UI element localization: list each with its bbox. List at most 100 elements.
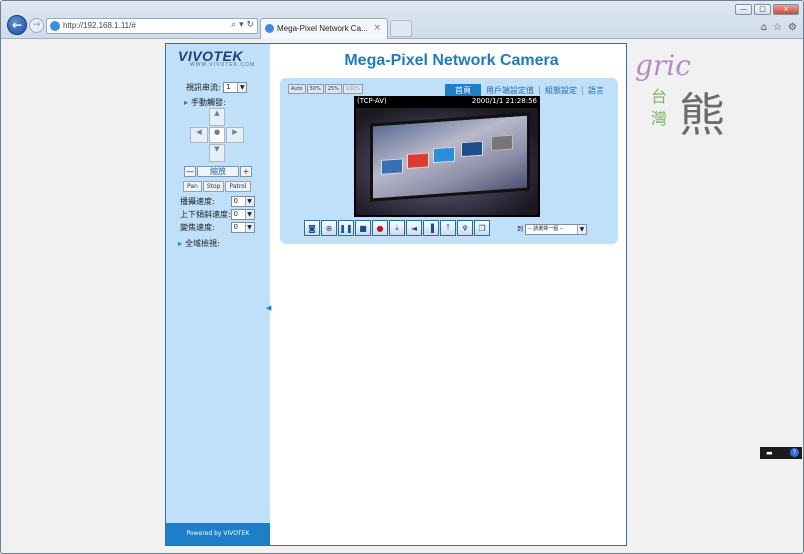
stream-label: 視訊串流: [186,83,221,92]
speed-label: 播攝速度: [180,197,215,206]
page-title: Mega-Pixel Network Camera [344,52,559,69]
preset-select[interactable]: -- 請選擇一個 -- ▼ [524,224,587,235]
watermark-line1: 台 [651,87,668,106]
pan-button[interactable]: Pan [183,181,202,192]
pan-right-button[interactable]: ▶ [226,127,244,143]
chevron-down-icon: ▼ [237,83,247,92]
left-panel: VIVOTEK WWW.VIVOTEK.COM 視訊串流: 1 ▼ ▸ 手動觸發: … [166,44,270,545]
stream-row: 視訊串流: 1 ▼ [186,82,248,93]
watermark-big: 熊 [679,88,725,142]
pause-icon[interactable]: ❚❚ [338,220,354,236]
star-icon[interactable]: ☆ [773,22,782,33]
watermark-line2: 灣 [651,109,668,128]
microphone-icon[interactable]: ♆ [457,220,473,236]
pan-up-button[interactable]: ▲ [209,108,225,126]
minimize-button[interactable]: — [735,4,752,15]
expand-icon: ▸ [184,98,189,107]
tab-camera[interactable]: Mega-Pixel Network Ca... × [260,18,388,39]
browser-window: ← → http://192.168.1.11/# ⌕ ▾ ↻ Mega-Pix… [0,0,804,554]
global-view-row[interactable]: ▸ 全域檢視: [178,238,220,249]
video-status-bar: (TCP-AV) 2000/1/1 21:28:56 [354,96,540,107]
chevron-down-icon: ▼ [244,197,254,206]
size-50-button[interactable]: 50% [306,84,324,94]
browser-tools: ⌂ ☆ ⚙ [761,22,797,33]
speed-select[interactable]: 0 ▼ [230,196,255,207]
manual-row[interactable]: ▸ 手動觸發: [184,97,226,108]
forward-button[interactable]: → [29,18,44,33]
download-icon[interactable]: ⤓ [389,220,405,236]
help-icon[interactable]: ? [790,448,799,457]
speed-row-pan: 播攝速度: 0 ▼ [180,196,255,207]
tab-close-icon[interactable]: × [373,23,381,33]
browser-chrome: ← → http://192.168.1.11/# ⌕ ▾ ↻ Mega-Pix… [1,1,803,39]
speed-row-zoom: 變焦速度: 0 ▼ [180,222,255,233]
zoom-in-button[interactable]: + [240,166,252,177]
chevron-down-icon: ▼ [244,210,254,219]
upload-icon[interactable]: ⤒ [440,220,456,236]
video-controls: ◙ ⊕ ❚❚ ■ ● ⤓ ◄ ▐ ⤒ ♆ ❐ [304,220,490,236]
help-widget[interactable]: ▬ ? [760,447,802,459]
address-url[interactable]: http://192.168.1.11/# [63,21,136,30]
nav-configuration[interactable]: 組態設定 [540,84,582,97]
record-icon[interactable]: ● [372,220,388,236]
stop-button[interactable]: Stop [202,181,225,192]
video-protocol: (TCP-AV) [357,97,387,105]
fullscreen-icon[interactable]: ❐ [474,220,490,236]
zoom-row: — 縮放 + [184,166,252,178]
nav-language[interactable]: 語言 [583,84,609,97]
zoom-out-button[interactable]: — [184,166,196,177]
camera-page: VIVOTEK WWW.VIVOTEK.COM 視訊串流: 1 ▼ ▸ 手動觸發: … [165,43,627,546]
volume-icon[interactable]: ▐ [423,220,439,236]
gear-icon[interactable]: ⚙ [788,22,797,33]
size-auto-button[interactable]: Auto [288,84,306,94]
ptz-buttons: Pan Stop Patrol [183,181,251,192]
speed-select[interactable]: 0 ▼ [230,222,255,233]
back-button[interactable]: ← [7,15,27,35]
new-tab-button[interactable] [390,20,412,37]
speed-select[interactable]: 0 ▼ [230,209,255,220]
patrol-button[interactable]: Patrol [225,181,251,192]
speed-label: 上下傾斜速度: [180,210,231,219]
address-bar[interactable]: http://192.168.1.11/# ⌕ ▾ ↻ [46,18,258,34]
chevron-down-icon: ▼ [576,225,586,234]
speed-row-tilt: 上下傾斜速度: 0 ▼ [180,209,255,220]
chevron-down-icon: ▼ [244,223,254,232]
window-controls: — □ × [735,4,799,15]
main-panel: Auto 50% 25% 100% 首頁 用戶端設定值 組態設定 語言 (TCP… [280,78,618,244]
tab-title: Mega-Pixel Network Ca... [277,24,368,33]
pan-left-button[interactable]: ◀ [190,127,208,143]
address-controls[interactable]: ⌕ ▾ ↻ [231,20,254,30]
stream-select[interactable]: 1 ▼ [223,82,248,93]
logo-tagline: WWW.VIVOTEK.COM [190,62,255,68]
maximize-button[interactable]: □ [754,4,771,15]
pan-home-button[interactable]: ● [209,127,225,143]
size-100-button[interactable]: 100% [342,84,364,94]
expand-icon: ▸ [178,239,183,248]
size-25-button[interactable]: 25% [324,84,342,94]
global-label: 全域檢視: [185,239,220,248]
close-button[interactable]: × [773,4,799,15]
zoom-label: 縮放 [197,166,239,177]
ptz-dpad: ▲ ◀ ● ▶ ▼ [190,108,246,164]
camera-icon[interactable]: ◙ [304,220,320,236]
watermark-script: gric [635,49,691,82]
pan-down-button[interactable]: ▼ [209,144,225,162]
stop-icon[interactable]: ■ [355,220,371,236]
zoom-icon[interactable]: ⊕ [321,220,337,236]
collapse-handle-icon[interactable]: ◀ [266,304,271,312]
view-size-buttons: Auto 50% 25% 100% [288,84,364,94]
watermark-logo: gric 台 灣 熊 [629,49,749,149]
video-view[interactable]: (TCP-AV) 2000/1/1 21:28:56 [354,96,540,217]
speed-label: 變焦速度: [180,223,215,232]
powered-by: Powered by VIVOTEK [166,523,270,545]
video-timestamp: 2000/1/1 21:28:56 [471,97,537,105]
camera-frame [356,108,538,215]
ie-icon [265,24,274,33]
speaker-icon[interactable]: ◄ [406,220,422,236]
manual-label: 手動觸發: [191,98,226,107]
preset-label: 到 [517,226,524,233]
preset-row: 到 -- 請選擇一個 -- ▼ [517,224,587,235]
folder-icon: ▬ [766,449,773,457]
tv-screen-image [370,112,530,202]
home-icon[interactable]: ⌂ [761,22,767,33]
